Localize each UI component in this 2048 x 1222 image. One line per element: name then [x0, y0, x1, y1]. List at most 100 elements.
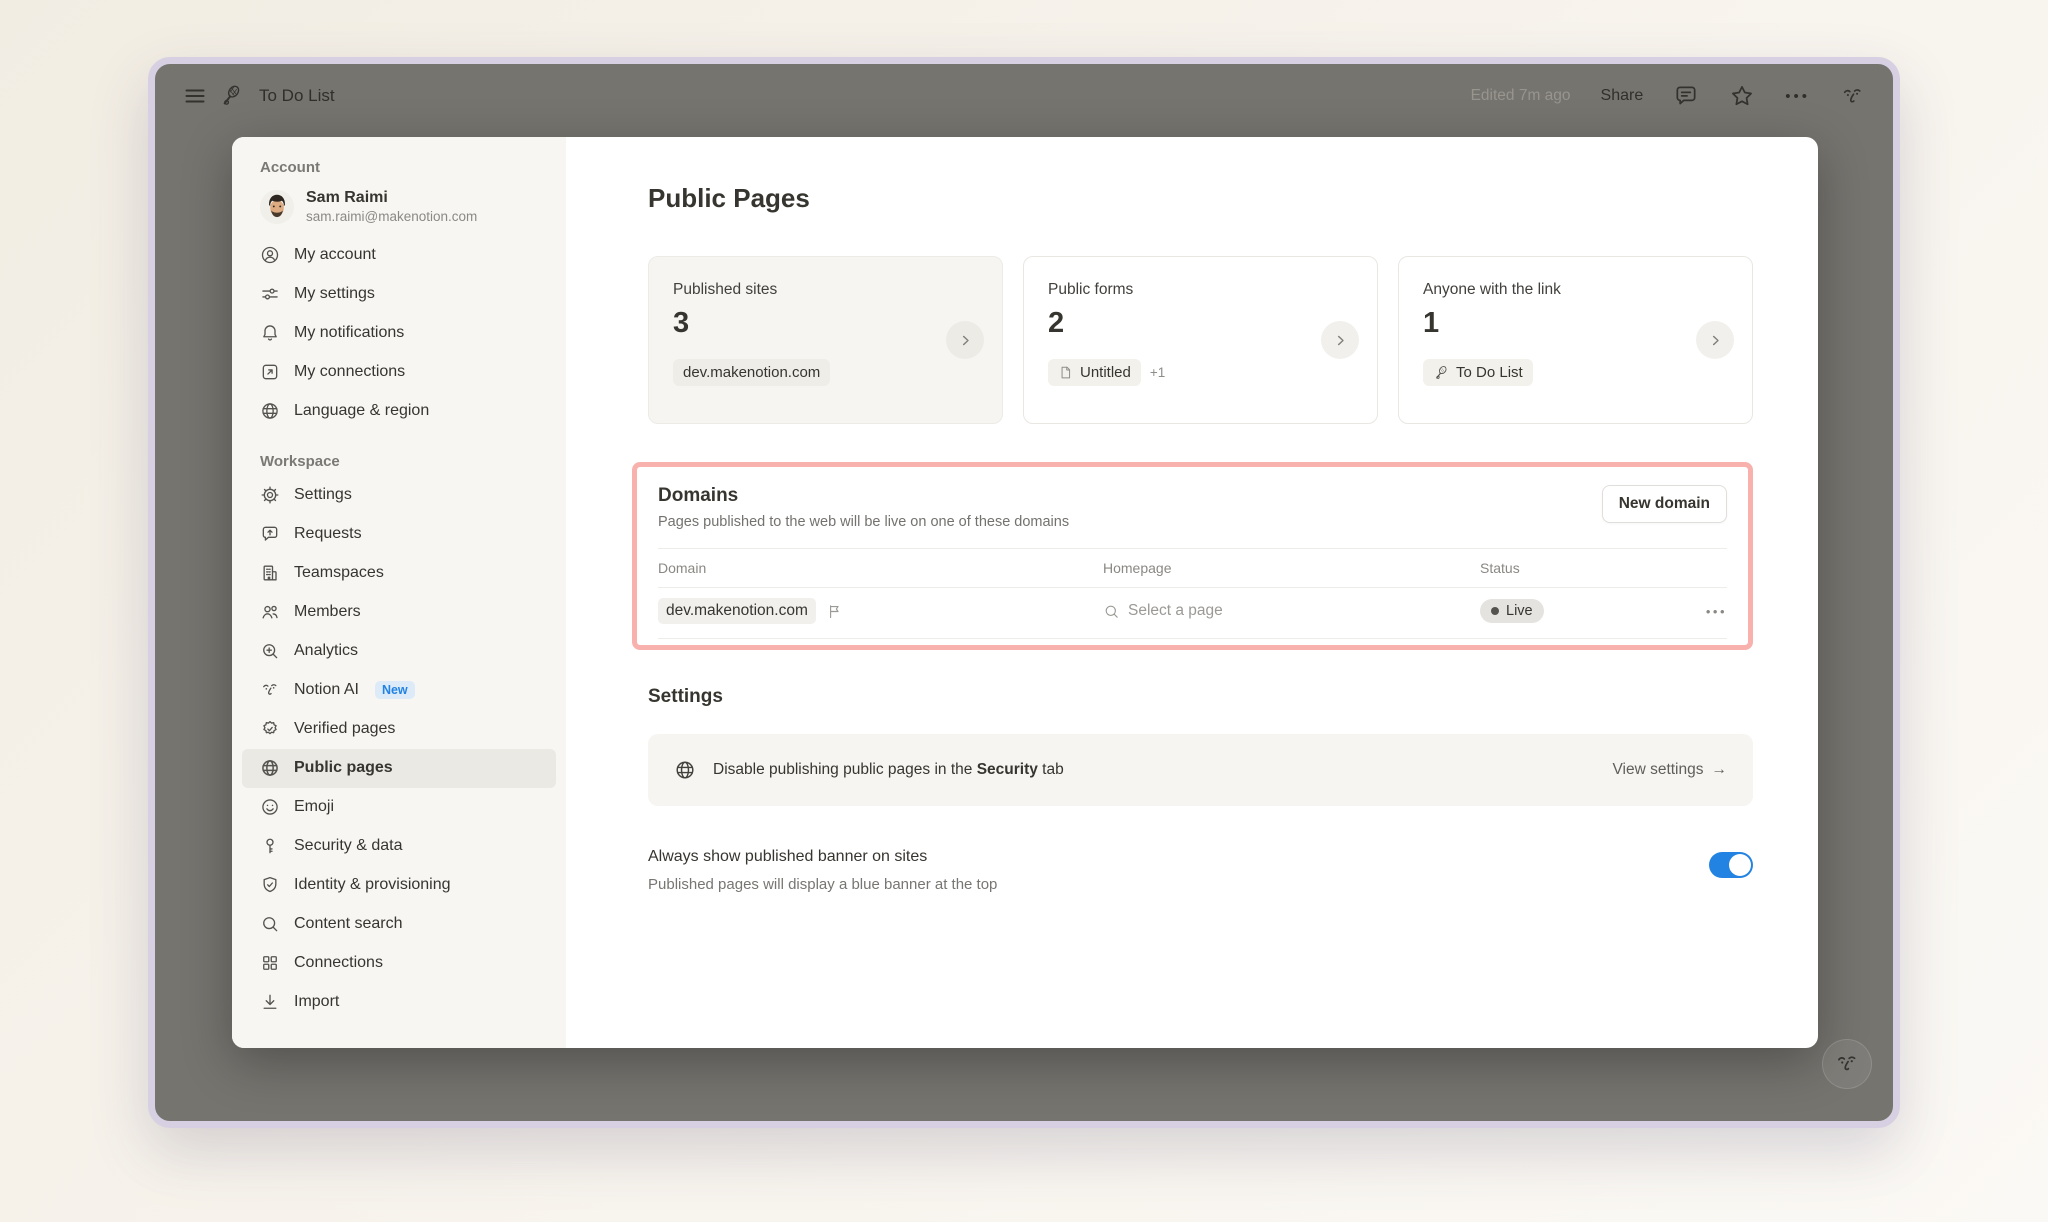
- new-domain-button[interactable]: New domain: [1602, 485, 1727, 523]
- anyone-with-link-card[interactable]: Anyone with the link 1 To Do List: [1398, 256, 1753, 424]
- card-label: Published sites: [673, 281, 978, 299]
- building-icon: [260, 563, 280, 583]
- sidebar-item-notion-ai[interactable]: Notion AI New: [242, 671, 556, 710]
- settings-sidebar: Account Sam Raimi sam.raimi@makenotion.c…: [232, 137, 566, 1048]
- sidebar-item-label: My settings: [294, 285, 375, 303]
- sidebar-item-label: My notifications: [294, 324, 404, 342]
- banner-setting-row: Always show published banner on sites Pu…: [648, 848, 1753, 893]
- sidebar-item-my-settings[interactable]: My settings: [242, 275, 556, 314]
- hamburger-menu-icon[interactable]: [183, 84, 207, 108]
- members-icon: [260, 602, 280, 622]
- comments-icon[interactable]: [1673, 83, 1699, 109]
- shield-check-icon: [260, 875, 280, 895]
- page-chip: To Do List: [1423, 359, 1533, 386]
- chevron-right-icon[interactable]: [1696, 321, 1734, 359]
- sidebar-item-label: Connections: [294, 954, 383, 972]
- domain-chip: dev.makenotion.com: [673, 359, 830, 386]
- card-count: 2: [1048, 307, 1353, 340]
- sidebar-item-members[interactable]: Members: [242, 593, 556, 632]
- domains-title: Domains: [658, 485, 1069, 507]
- sidebar-item-label: Security & data: [294, 837, 403, 855]
- racket-page-icon: [219, 84, 243, 108]
- request-bubble-icon: [260, 524, 280, 544]
- sidebar-item-import[interactable]: Import: [242, 983, 556, 1022]
- sidebar-item-security-data[interactable]: Security & data: [242, 827, 556, 866]
- new-badge: New: [375, 681, 415, 699]
- edited-timestamp: Edited 7m ago: [1471, 87, 1571, 105]
- share-button[interactable]: Share: [1601, 87, 1644, 105]
- sidebar-item-identity-provisioning[interactable]: Identity & provisioning: [242, 866, 556, 905]
- sidebar-item-requests[interactable]: Requests: [242, 515, 556, 554]
- key-icon: [260, 836, 280, 856]
- settings-modal: Account Sam Raimi sam.raimi@makenotion.c…: [232, 137, 1818, 1048]
- sidebar-item-verified-pages[interactable]: Verified pages: [242, 710, 556, 749]
- sidebar-item-my-account[interactable]: My account: [242, 236, 556, 275]
- notion-ai-face-icon: [260, 680, 280, 700]
- account-user: Sam Raimi sam.raimi@makenotion.com: [242, 182, 556, 236]
- domain-name-chip[interactable]: dev.makenotion.com: [658, 598, 816, 624]
- sidebar-item-label: Content search: [294, 915, 403, 933]
- panel-title: Public Pages: [648, 183, 1753, 214]
- sidebar-item-language-region[interactable]: Language & region: [242, 392, 556, 431]
- user-name: Sam Raimi: [306, 188, 477, 208]
- user-email: sam.raimi@makenotion.com: [306, 208, 477, 226]
- notion-ai-icon[interactable]: [1840, 84, 1865, 109]
- chevron-right-icon[interactable]: [1321, 321, 1359, 359]
- arrow-right-icon: →: [1712, 761, 1728, 779]
- account-section-header: Account: [242, 159, 556, 182]
- sidebar-item-label: Requests: [294, 525, 362, 543]
- globe-icon: [260, 758, 280, 778]
- favorite-star-icon[interactable]: [1729, 83, 1755, 109]
- sidebar-item-my-connections[interactable]: My connections: [242, 353, 556, 392]
- sidebar-item-label: Settings: [294, 486, 352, 504]
- domains-section-highlighted: Domains Pages published to the web will …: [632, 462, 1753, 650]
- sidebar-item-analytics[interactable]: Analytics: [242, 632, 556, 671]
- sidebar-item-public-pages[interactable]: Public pages: [242, 749, 556, 788]
- avatar: [260, 190, 294, 224]
- view-settings-link[interactable]: View settings →: [1612, 761, 1727, 779]
- sidebar-item-my-notifications[interactable]: My notifications: [242, 314, 556, 353]
- domains-table-header: Domain Homepage Status: [658, 548, 1727, 587]
- magnifier-plus-icon: [260, 641, 280, 661]
- sidebar-item-label: Members: [294, 603, 361, 621]
- homepage-select[interactable]: Select a page: [1103, 602, 1480, 620]
- racket-page-icon: [1433, 365, 1449, 381]
- live-dot: [1491, 607, 1499, 615]
- banner-setting-title: Always show published banner on sites: [648, 848, 997, 866]
- sidebar-item-settings[interactable]: Settings: [242, 476, 556, 515]
- sidebar-item-label: Import: [294, 993, 339, 1011]
- security-notice: Disable publishing public pages in the S…: [648, 734, 1753, 806]
- sidebar-item-label: Verified pages: [294, 720, 395, 738]
- column-domain: Domain: [658, 560, 1103, 576]
- sidebar-item-label: Notion AI: [294, 681, 359, 699]
- public-pages-panel: Public Pages Published sites 3 dev.maken…: [566, 137, 1818, 1048]
- sidebar-item-label: Language & region: [294, 402, 429, 420]
- notion-ai-fab-button[interactable]: [1822, 1039, 1872, 1089]
- public-forms-card[interactable]: Public forms 2 Untitled +1: [1023, 256, 1378, 424]
- page-chip: Untitled: [1048, 359, 1141, 386]
- globe-icon: [674, 759, 696, 781]
- column-status: Status: [1480, 560, 1685, 576]
- row-more-options-icon[interactable]: •••: [1685, 604, 1727, 619]
- sidebar-item-label: Identity & provisioning: [294, 876, 451, 894]
- domains-subtitle: Pages published to the web will be live …: [658, 514, 1069, 530]
- published-sites-card[interactable]: Published sites 3 dev.makenotion.com: [648, 256, 1003, 424]
- card-label: Public forms: [1048, 281, 1353, 299]
- flag-icon: [826, 603, 843, 620]
- published-banner-toggle[interactable]: [1709, 852, 1753, 878]
- more-options-icon[interactable]: •••: [1785, 88, 1810, 105]
- notion-window: To Do List Edited 7m ago Share •••: [148, 57, 1900, 1128]
- sidebar-item-content-search[interactable]: Content search: [242, 905, 556, 944]
- sidebar-item-connections[interactable]: Connections: [242, 944, 556, 983]
- banner-setting-subtitle: Published pages will display a blue bann…: [648, 876, 997, 893]
- sidebar-item-teamspaces[interactable]: Teamspaces: [242, 554, 556, 593]
- smiley-icon: [260, 797, 280, 817]
- workspace-section-header: Workspace: [242, 431, 556, 476]
- status-badge: Live: [1480, 599, 1544, 623]
- sidebar-item-label: My connections: [294, 363, 405, 381]
- chevron-right-icon[interactable]: [946, 321, 984, 359]
- sidebar-item-emoji[interactable]: Emoji: [242, 788, 556, 827]
- import-arrow-icon: [260, 992, 280, 1012]
- sidebar-item-label: Public pages: [294, 759, 393, 777]
- page-title: To Do List: [259, 86, 335, 106]
